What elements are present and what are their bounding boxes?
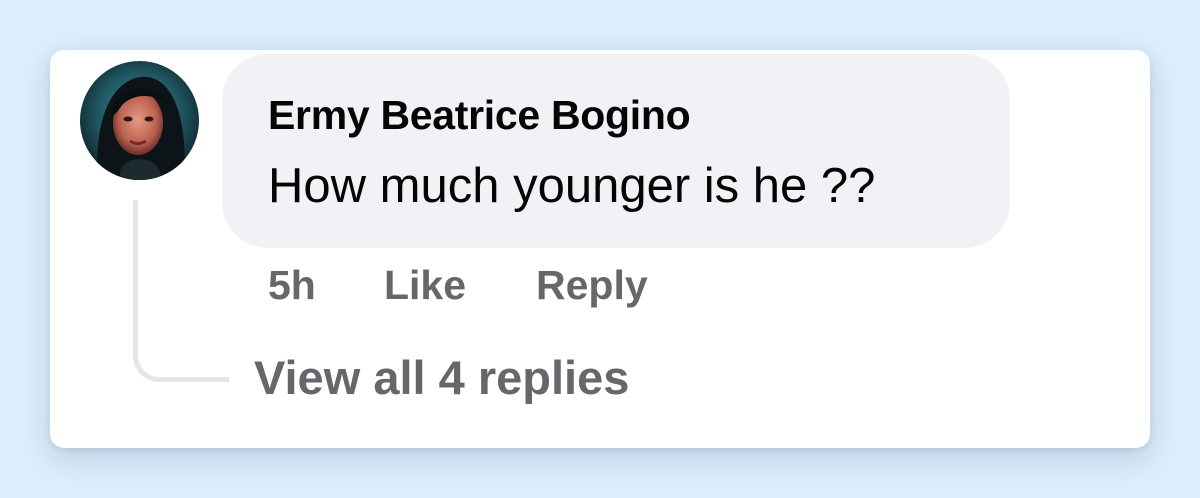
comment-author-name[interactable]: Ermy Beatrice Bogino <box>268 92 691 139</box>
avatar-photo-icon <box>80 61 199 180</box>
reply-button[interactable]: Reply <box>536 262 648 309</box>
view-replies-link[interactable]: View all 4 replies <box>254 350 629 405</box>
comment-text: How much younger is he ?? <box>268 159 876 213</box>
comment-card: Ermy Beatrice Bogino How much younger is… <box>50 50 1150 448</box>
avatar[interactable] <box>80 61 199 180</box>
comment-timestamp[interactable]: 5h <box>268 262 316 309</box>
reply-thread-connector <box>133 200 229 382</box>
comment-bubble: Ermy Beatrice Bogino How much younger is… <box>222 54 1010 248</box>
like-button[interactable]: Like <box>384 262 466 309</box>
